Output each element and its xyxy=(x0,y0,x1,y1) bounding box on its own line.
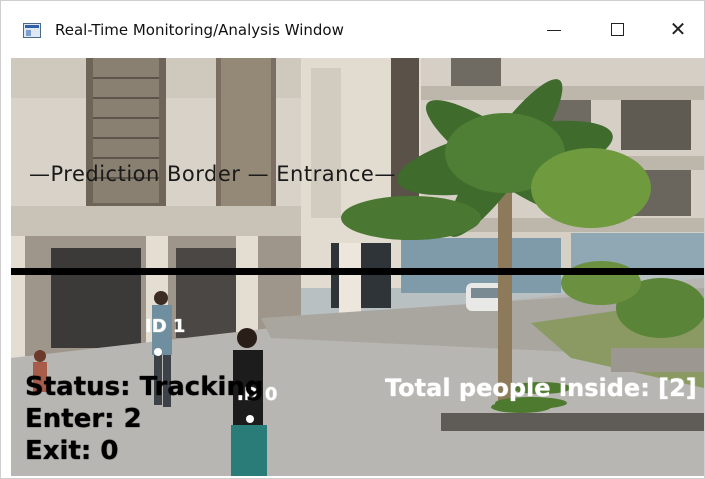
video-feed: —Prediction Border — Entrance— ID 1 ID 0… xyxy=(11,58,704,476)
close-icon: ✕ xyxy=(669,17,687,41)
title-bar[interactable]: Real-Time Monitoring/Analysis Window ✕ xyxy=(1,1,704,57)
close-button[interactable]: ✕ xyxy=(649,9,705,49)
maximize-button[interactable] xyxy=(588,9,646,49)
track-centroid-dot xyxy=(246,415,254,423)
maximize-icon xyxy=(610,22,624,36)
prediction-border-line xyxy=(11,268,704,275)
enter-count: Enter: 2 xyxy=(25,404,142,434)
window-title: Real-Time Monitoring/Analysis Window xyxy=(55,21,344,39)
minimize-button[interactable] xyxy=(525,9,583,49)
minimize-icon xyxy=(547,29,561,31)
prediction-border-label: —Prediction Border — Entrance— xyxy=(29,162,396,186)
track-centroid-dot xyxy=(154,348,162,356)
track-id-label: ID 1 xyxy=(145,316,186,337)
monitoring-window: Real-Time Monitoring/Analysis Window ✕ —… xyxy=(0,0,705,479)
status-text: Status: Tracking xyxy=(25,372,264,402)
total-people-inside: Total people inside: [2] xyxy=(385,374,697,402)
exit-count: Exit: 0 xyxy=(25,436,119,466)
app-window-icon xyxy=(23,23,41,38)
